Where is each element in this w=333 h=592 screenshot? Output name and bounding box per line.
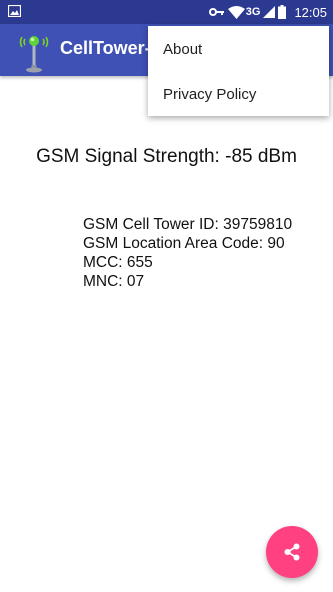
status-bar: 3G 12:05 — [0, 0, 333, 24]
signal-strength-text: GSM Signal Strength: -85 dBm — [36, 146, 297, 167]
overflow-menu: About Privacy Policy — [148, 26, 329, 116]
status-icons: 3G 12:05 — [208, 0, 327, 24]
mcc-text: MCC: 655 — [83, 254, 153, 271]
cell-signal-icon — [263, 6, 276, 18]
screen: 3G 12:05 CellTower- About Privacy Policy… — [0, 0, 333, 592]
menu-item-privacy-policy[interactable]: Privacy Policy — [148, 72, 329, 117]
cell-tower-id-text: GSM Cell Tower ID: 39759810 — [83, 216, 293, 233]
menu-item-about[interactable]: About — [148, 27, 329, 72]
cell-info-block: GSM Cell Tower ID: 39759810 GSM Location… — [83, 215, 292, 291]
share-icon — [284, 543, 300, 561]
cell-tower-icon — [19, 36, 49, 73]
vpn-key-icon — [208, 8, 224, 16]
share-button[interactable] — [266, 526, 318, 578]
clock: 12:05 — [294, 4, 327, 20]
battery-icon — [278, 5, 287, 19]
wifi-icon — [227, 5, 245, 19]
mnc-text: MNC: 07 — [83, 273, 145, 290]
image-notification-icon — [8, 5, 21, 17]
app-title: CellTower- — [60, 38, 151, 58]
location-area-code-text: GSM Location Area Code: 90 — [83, 235, 285, 252]
network-type-label: 3G — [245, 6, 261, 18]
